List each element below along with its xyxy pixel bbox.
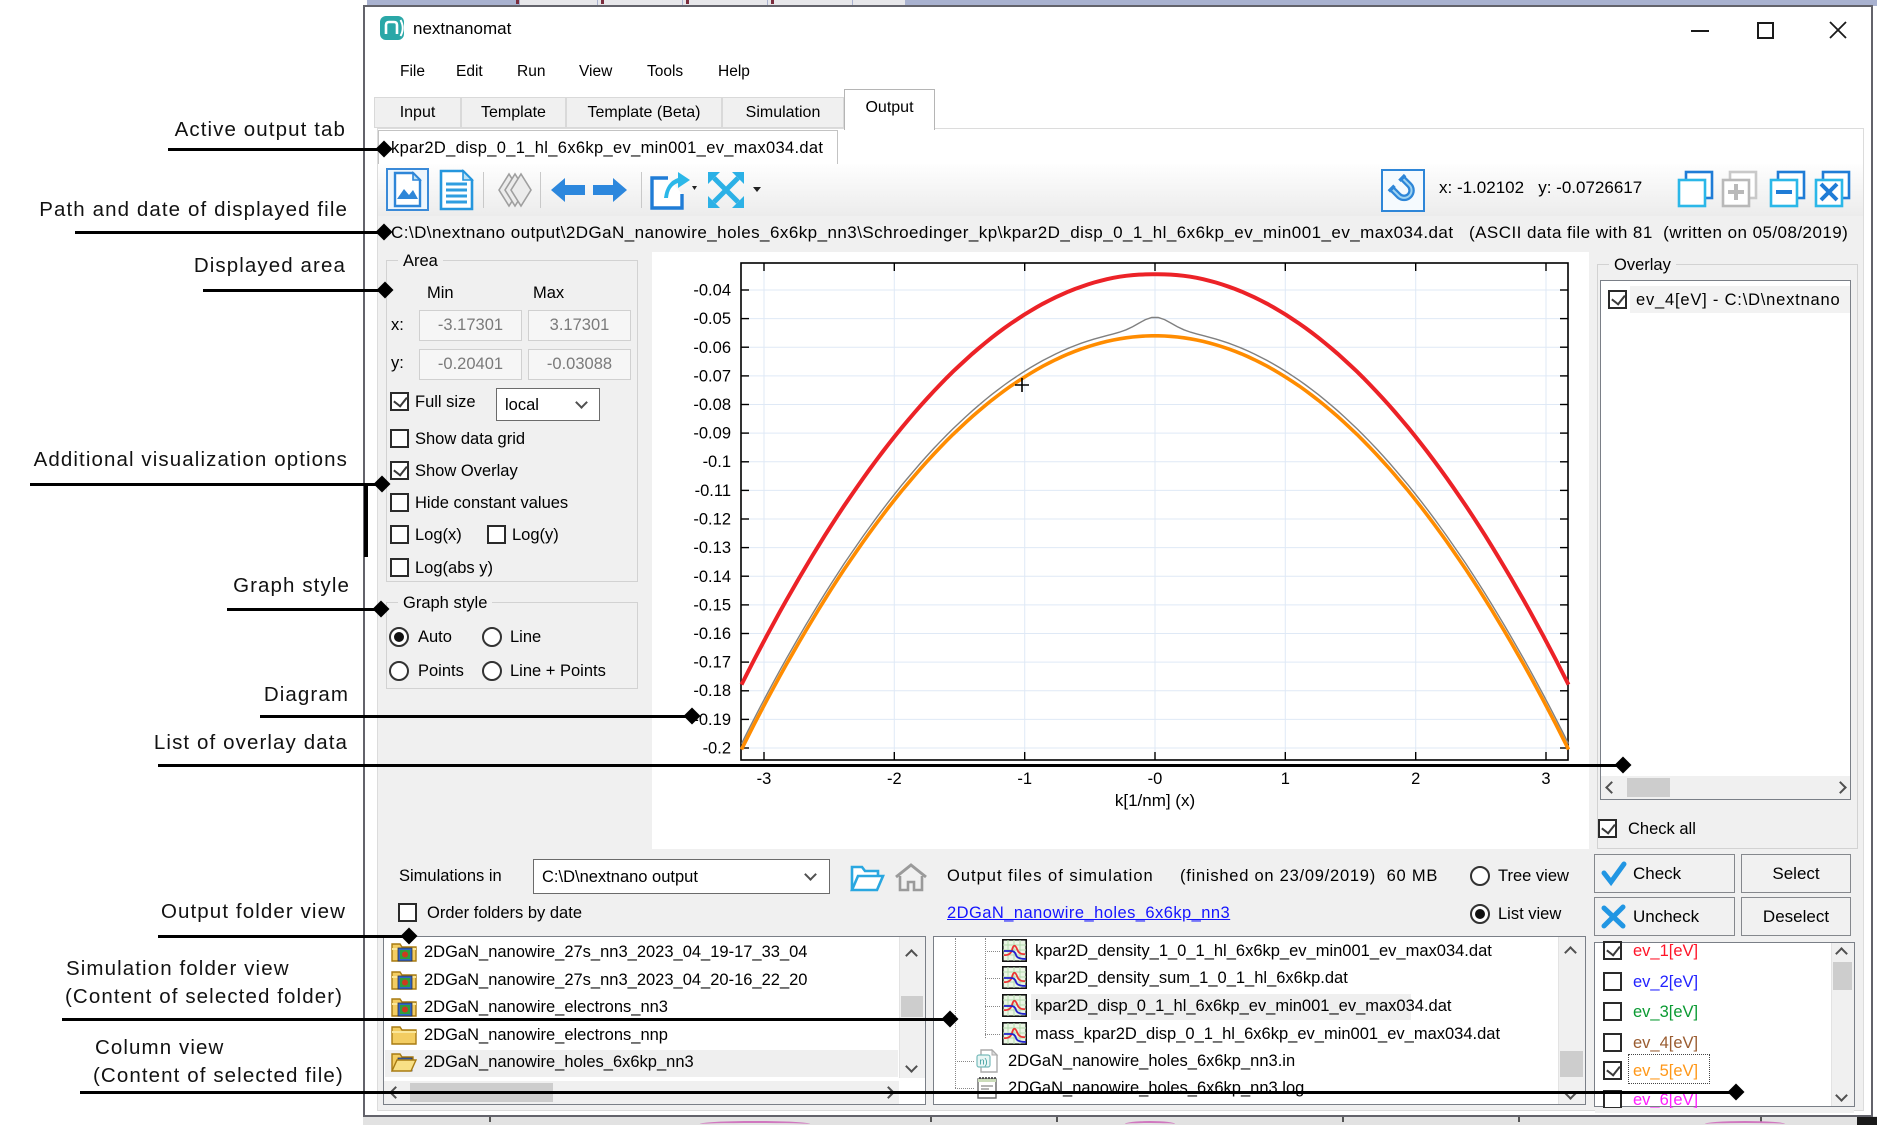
svg-text:-0.1: -0.1	[703, 453, 731, 471]
svg-text:1: 1	[1281, 770, 1290, 788]
svg-text:-0.18: -0.18	[693, 682, 731, 700]
svg-text:-2: -2	[887, 770, 902, 788]
svg-text:-0.05: -0.05	[693, 310, 731, 328]
svg-text:-0.13: -0.13	[693, 539, 731, 557]
svg-text:-0.14: -0.14	[693, 568, 731, 586]
svg-text:-0.16: -0.16	[693, 625, 731, 643]
svg-text:3: 3	[1541, 770, 1550, 788]
svg-text:-0.12: -0.12	[693, 511, 731, 529]
svg-text:-0.04: -0.04	[693, 282, 731, 300]
svg-text:-3: -3	[757, 770, 772, 788]
svg-text:-0.06: -0.06	[693, 339, 731, 357]
svg-text:k[1/nm] (x): k[1/nm] (x)	[1115, 791, 1195, 810]
svg-text:-0.08: -0.08	[693, 396, 731, 414]
svg-text:2: 2	[1411, 770, 1420, 788]
svg-text:-0.11: -0.11	[695, 482, 731, 500]
svg-text:-0.07: -0.07	[693, 367, 731, 385]
svg-text:-0.17: -0.17	[693, 654, 731, 672]
svg-text:-0.09: -0.09	[693, 425, 731, 443]
svg-text:n): n)	[979, 1057, 987, 1067]
svg-text:-1: -1	[1017, 770, 1032, 788]
svg-text:-0.15: -0.15	[693, 596, 731, 614]
svg-text:-0: -0	[1148, 770, 1163, 788]
svg-text:-0.2: -0.2	[703, 740, 731, 758]
